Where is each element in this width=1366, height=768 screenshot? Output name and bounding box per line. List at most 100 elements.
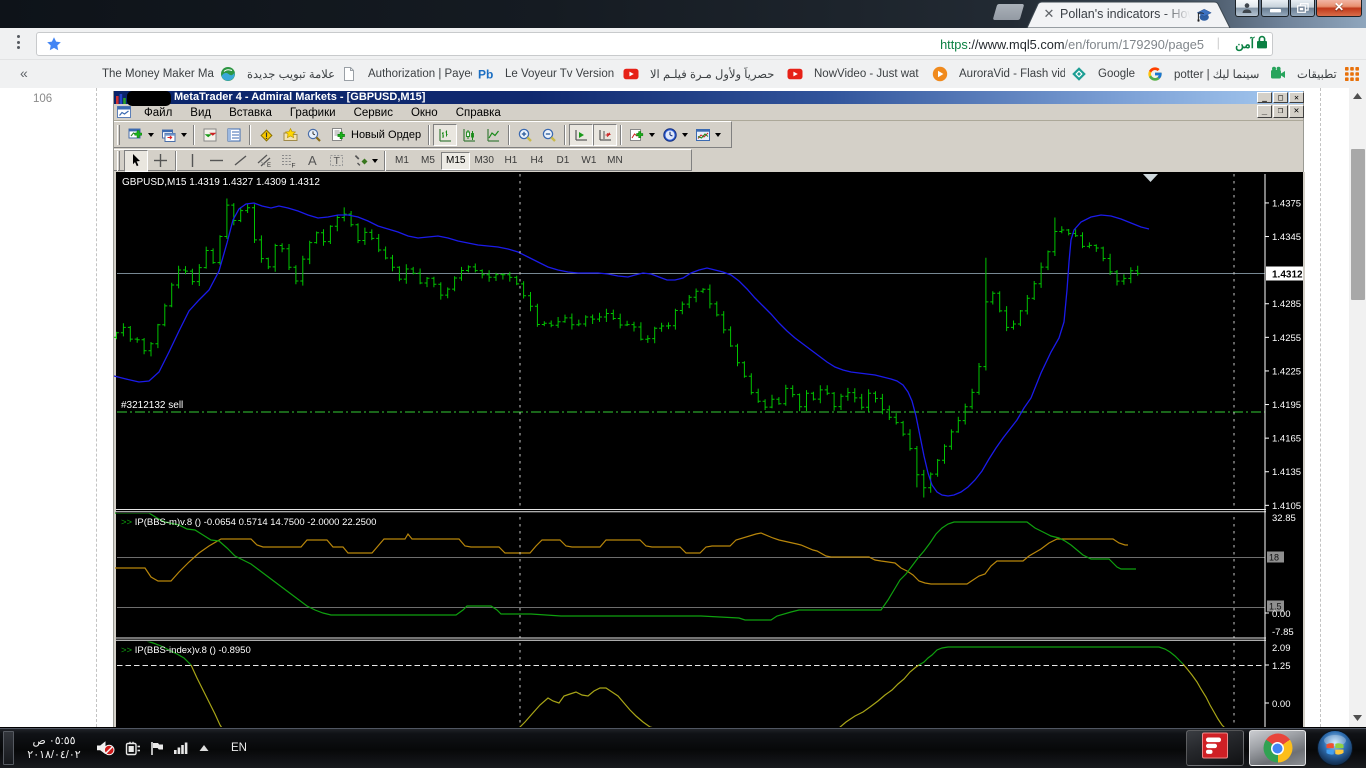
mt4-menu-Графики[interactable]: Графики [281,107,345,119]
svg-text:0.00: 0.00 [1272,609,1291,620]
show-desktop-button[interactable] [3,731,14,765]
mt4-profiles-button[interactable] [157,124,190,146]
bookmark-item[interactable]: potter | سينما ليك [1174,63,1286,85]
mt4-timeframe-M5[interactable]: M5 [415,152,441,170]
taskbar-app-red-docs[interactable] [1186,730,1244,766]
mt4-menu-Файл[interactable]: Файл [135,107,181,119]
speaker-muted-icon[interactable] [96,740,116,756]
mt4-market-watch-button[interactable] [198,124,222,146]
mt4-crosshair-button[interactable] [148,150,172,172]
mt4-chart-bars-button[interactable] [433,124,457,146]
network-signal-icon[interactable] [173,741,189,755]
bookmark-item[interactable]: حصرياً ولأول مـرة فيلـم الا [650,63,803,85]
mt4-fibo-button[interactable]: F [276,150,300,172]
mt4-auto-scroll-button[interactable] [569,124,593,146]
mt4-timeframe-H4[interactable]: H4 [524,152,550,170]
mt4-label-button[interactable]: T [324,150,348,172]
mt4-timeframe-W1[interactable]: W1 [576,152,602,170]
mt4-menu-Сервис[interactable]: Сервис [345,107,402,119]
mt4-new-order-button[interactable] [326,124,350,146]
mt4-arrows-button[interactable] [348,150,381,172]
mt4-cursor-button[interactable] [124,150,148,172]
mt4-menu-Вид[interactable]: Вид [181,107,220,119]
toolbar-separator [428,125,430,145]
bookmark-label: NowVideo - Just wat [814,68,926,80]
mt4-new-chart-button[interactable] [124,124,157,146]
browser-toolbar: https://www.mql5.com/en/forum/179290/pag… [0,28,1366,60]
taskbar-clock[interactable]: ٠٥:٥٥ ص ٢٠١٨/٠٤/٠٢ [18,734,90,762]
new-order-label[interactable]: Новый Ордер [351,129,421,141]
mt4-zoom-in-button[interactable] [513,124,537,146]
tab-close-icon[interactable]: ✕ [1042,7,1056,21]
bookmark-item[interactable]: Authorization | PayeePb [368,63,494,85]
bookmark-label: AuroraVid - Flash vid [959,68,1065,80]
hidden-icons-arrow-icon[interactable] [198,743,210,753]
mt4-chart-area[interactable]: GBPUSD,M15 1.4319 1.4327 1.4309 1.4312#3… [114,172,1305,727]
profile-button[interactable] [1235,0,1259,17]
mt4-menu-Справка[interactable]: Справка [447,107,510,119]
mt4-timeframe-H1[interactable]: H1 [498,152,524,170]
mt4-child-close-button[interactable]: ✕ [1289,105,1304,118]
mt4-timeframe-D1[interactable]: D1 [550,152,576,170]
mt4-hline-button[interactable] [204,150,228,172]
mt4-templates-button[interactable] [691,124,724,146]
bookmark-star-icon[interactable] [46,36,62,57]
power-plug-icon[interactable] [125,741,141,756]
mt4-minimize-button[interactable]: _ [1257,92,1272,103]
browser-tab-active[interactable]: ✕ Pollan's indicators - How [1026,1,1231,28]
bookmark-item[interactable]: The Money Maker Ma [102,63,236,85]
taskbar-app-chrome[interactable] [1249,730,1306,766]
bookmark-item[interactable]: NowVideo - Just wat [814,63,948,85]
flag-icon[interactable] [150,741,164,756]
mt4-timeframe-M15[interactable]: M15 [441,152,470,170]
bookmark-item[interactable]: تطبيقات [1297,63,1360,85]
mt4-chart-shift-button[interactable] [593,124,617,146]
windows-start-button[interactable] [1313,729,1361,767]
mt4-text-button[interactable]: A [300,150,324,172]
scrollbar-down-arrow[interactable] [1349,710,1366,727]
tab-favicon-mql5-icon [1195,6,1212,23]
lock-icon[interactable] [1256,35,1268,54]
close-button[interactable]: ✕ [1316,0,1362,17]
bookmarks-overflow-chevron[interactable]: « [20,65,28,81]
mt4-trendline-button[interactable] [228,150,252,172]
svg-text:1.4312: 1.4312 [1272,270,1303,281]
mt4-chart-line-button[interactable] [481,124,505,146]
url-text[interactable]: https://www.mql5.com/en/forum/179290/pag… [940,37,1204,52]
mt4-maximize-button[interactable]: □ [1273,92,1288,103]
browser-menu-icon[interactable] [8,33,28,55]
bookmark-item[interactable]: Google [1098,63,1163,85]
bookmark-item[interactable]: AuroraVid - Flash vid [959,63,1087,85]
mt4-periods-button[interactable] [658,124,691,146]
clock-date: ٢٠١٨/٠٤/٠٢ [18,748,90,762]
mt4-zoom-out-button[interactable] [537,124,561,146]
scrollbar-thumb[interactable] [1351,149,1365,300]
mt4-indicators-button[interactable] [625,124,658,146]
new-tab-button[interactable] [993,4,1025,20]
mt4-timeframe-MN[interactable]: MN [602,152,628,170]
mt4-chart-candles-button[interactable] [457,124,481,146]
mt4-vline-button[interactable] [180,150,204,172]
bookmark-item[interactable]: Le Voyeur Tv Version [505,63,639,85]
minimize-button[interactable] [1261,0,1289,17]
mt4-favorites-button[interactable] [278,124,302,146]
mt4-child-restore-button[interactable]: ❐ [1273,105,1288,118]
maximize-button[interactable] [1290,0,1315,17]
scrollbar-up-arrow[interactable] [1349,88,1366,105]
page-scrollbar[interactable] [1349,88,1366,727]
mt4-menu-Окно[interactable]: Окно [402,107,447,119]
mt4-channel-button[interactable]: E [252,150,276,172]
mt4-menu-items: ФайлВидВставкаГрафикиСервисОкноСправка [135,103,510,121]
mt4-timeframe-M1[interactable]: M1 [389,152,415,170]
mt4-close-button[interactable]: ✕ [1289,92,1304,103]
secure-label[interactable]: آمن [1235,37,1254,51]
mt4-menu-Вставка[interactable]: Вставка [220,107,281,119]
mt4-timeframe-M30[interactable]: M30 [470,152,497,170]
mt4-data-window-button[interactable] [222,124,246,146]
mt4-child-minimize-button[interactable]: _ [1257,105,1272,118]
mt4-navigator-button[interactable]: ! [254,124,278,146]
language-indicator[interactable]: EN [219,742,247,754]
mt4-tester-button[interactable] [302,124,326,146]
bookmark-item[interactable]: علامة تبويب جديدة [247,63,357,85]
bookmarks-list: The Money Maker Ma علامة تبويب جديدة Autho… [102,60,1360,88]
